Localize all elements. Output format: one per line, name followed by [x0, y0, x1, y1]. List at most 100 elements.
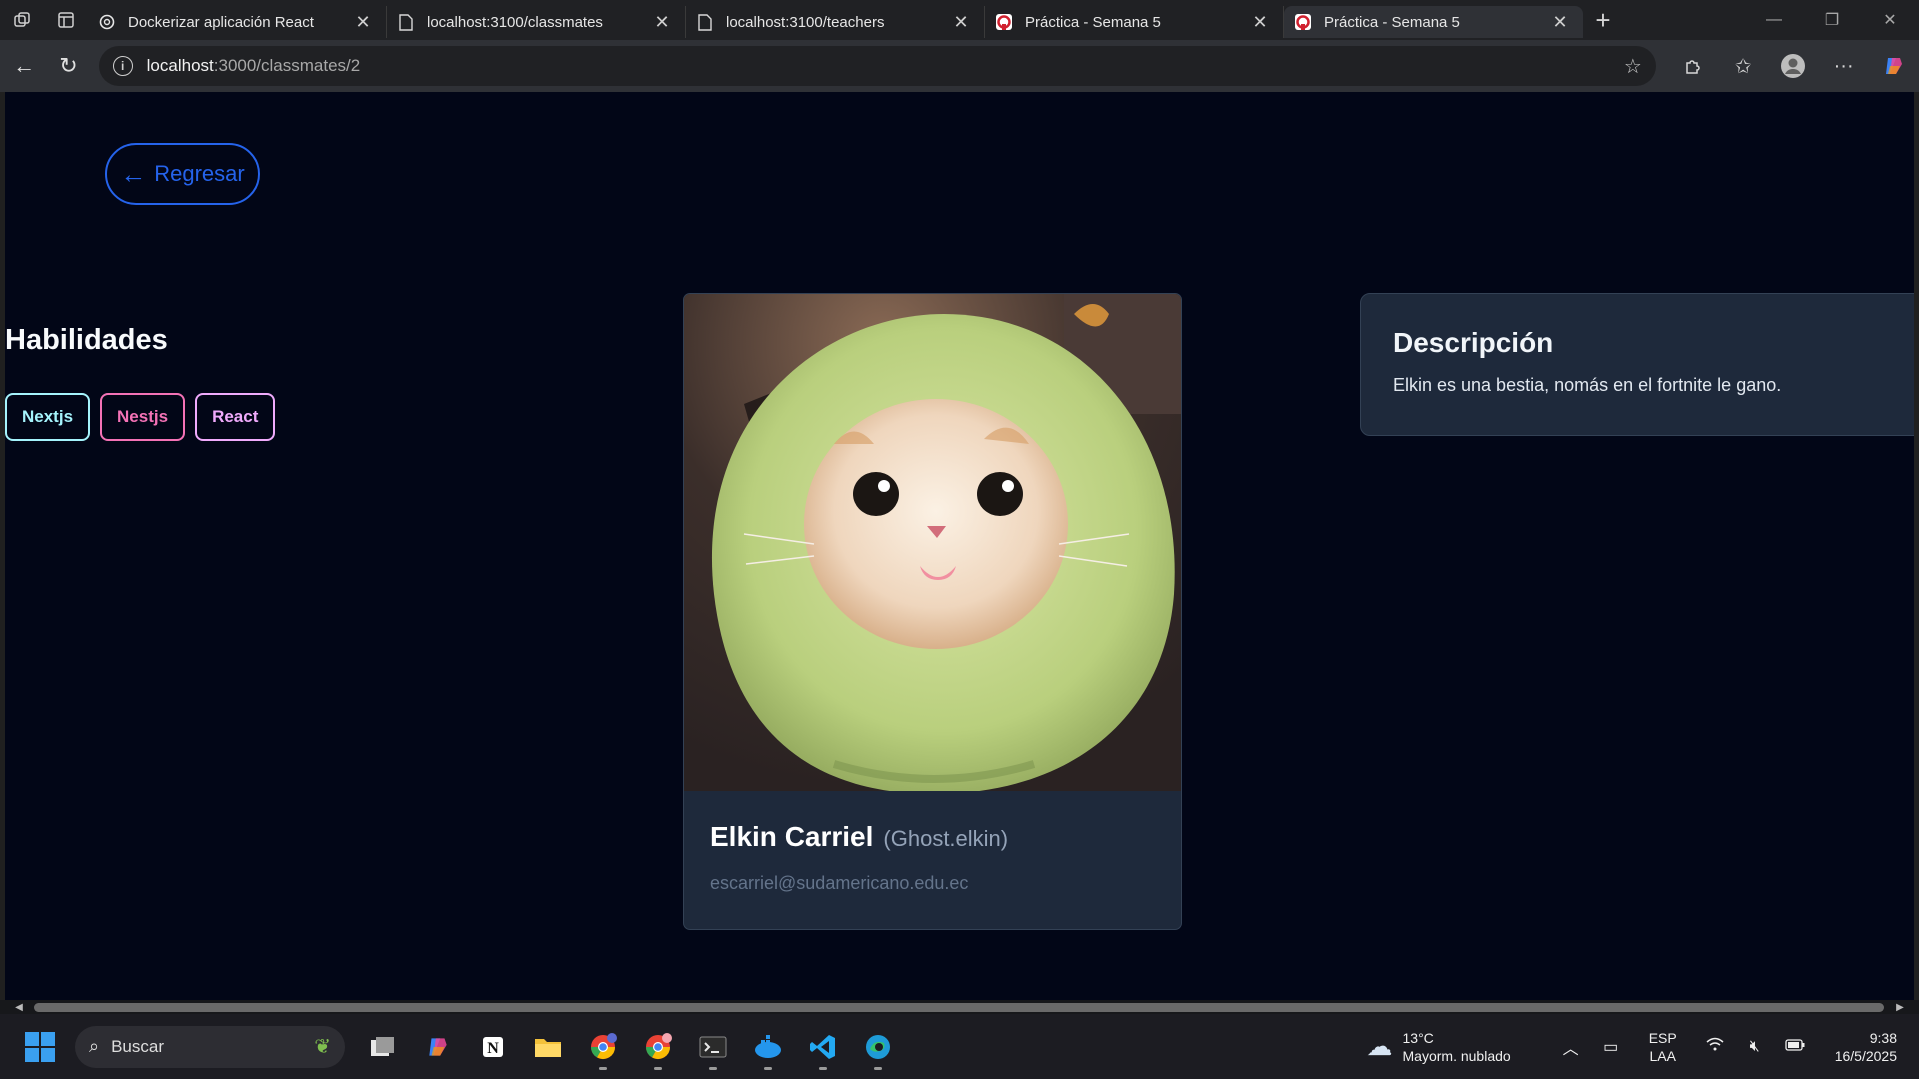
- address-bar[interactable]: i localhost:3000/classmates/2 ☆: [98, 46, 1656, 86]
- browser-tab-bar: Dockerizar aplicación React ✕ localhost:…: [0, 0, 1919, 40]
- more-menu-icon[interactable]: ···: [1819, 44, 1869, 88]
- scroll-right-icon[interactable]: ▶: [1891, 1000, 1909, 1014]
- restore-icon[interactable]: ❐: [1803, 0, 1861, 40]
- volume-muted-icon[interactable]: 🔇︎: [1735, 1038, 1775, 1056]
- file-explorer-icon[interactable]: [520, 1019, 575, 1074]
- running-indicator: [598, 1067, 607, 1070]
- close-tab-icon[interactable]: ✕: [354, 12, 372, 33]
- search-icon: ⌕: [89, 1036, 100, 1056]
- workspaces-icon[interactable]: [0, 0, 44, 40]
- url-host: localhost: [146, 56, 214, 75]
- minimize-icon[interactable]: —: [1745, 0, 1803, 40]
- tab-title: Práctica - Semana 5: [1324, 13, 1460, 31]
- back-button[interactable]: ← Regresar: [105, 143, 260, 205]
- profile-card-body: Elkin Carriel (Ghost.elkin) escarriel@su…: [684, 791, 1181, 924]
- running-indicator: [653, 1067, 662, 1070]
- tab-title: localhost:3100/teachers: [726, 13, 885, 31]
- profile-photo: [684, 294, 1181, 791]
- docker-icon[interactable]: [740, 1019, 795, 1074]
- chrome-profile-p-icon[interactable]: [575, 1019, 630, 1074]
- language-indicator[interactable]: ESP LAA: [1649, 1029, 1677, 1065]
- skills-heading: Habilidades: [5, 324, 168, 356]
- window-controls: — ❐ ✕: [1745, 0, 1919, 40]
- close-tab-icon[interactable]: ✕: [653, 12, 671, 33]
- weather-text: 13°C Mayorm. nublado: [1403, 1029, 1511, 1065]
- chevron-up-icon[interactable]: ︿: [1551, 1035, 1591, 1059]
- taskbar: ⌕ Buscar ❦ N ☁ 13°C Mayorm. nublado ︿ ▭ …: [0, 1014, 1919, 1079]
- skills-list: Nextjs Nestjs React: [5, 393, 276, 441]
- description-title: Descripción: [1393, 327, 1554, 358]
- close-window-icon[interactable]: ✕: [1861, 0, 1919, 40]
- url-path: :3000/classmates/2: [213, 56, 361, 75]
- close-tab-icon[interactable]: ✕: [1551, 12, 1569, 33]
- browser-tab-active[interactable]: Práctica - Semana 5 ✕: [1284, 6, 1583, 38]
- skill-chip: Nestjs: [100, 393, 186, 441]
- favorites-icon[interactable]: ✩: [1718, 44, 1768, 88]
- back-arrow-icon[interactable]: ←: [2, 44, 46, 88]
- notion-icon[interactable]: N: [465, 1019, 520, 1074]
- tab-title: Práctica - Semana 5: [1025, 13, 1161, 31]
- site-info-icon[interactable]: i: [112, 56, 133, 76]
- profile-name: Elkin Carriel: [710, 821, 874, 852]
- language-code: ESP: [1648, 1029, 1677, 1046]
- profile-nickname: (Ghost.elkin): [883, 826, 1009, 851]
- page-icon: [397, 13, 415, 31]
- new-tab-button[interactable]: +: [1583, 0, 1623, 40]
- arrow-left-icon: ←: [120, 159, 147, 189]
- running-indicator: [873, 1067, 882, 1070]
- page-icon: [696, 13, 714, 31]
- edge-icon[interactable]: [850, 1019, 905, 1074]
- page-viewport: ← Regresar Habilidades Nextjs Nestjs Rea…: [5, 92, 1914, 1000]
- app-red-icon: [1294, 13, 1312, 31]
- close-tab-icon[interactable]: ✕: [1251, 12, 1269, 33]
- vertical-tabs-icon[interactable]: [44, 0, 88, 40]
- windows-start-icon[interactable]: [20, 1027, 60, 1067]
- copilot-app-icon[interactable]: [410, 1019, 465, 1074]
- terminal-icon[interactable]: [685, 1019, 740, 1074]
- running-indicator: [763, 1067, 772, 1070]
- description-text: Elkin es una bestia, nomás en el fortnit…: [1393, 375, 1782, 395]
- profile-card: Elkin Carriel (Ghost.elkin) escarriel@su…: [683, 293, 1182, 930]
- tab-title: localhost:3100/classmates: [427, 13, 603, 31]
- browser-tab[interactable]: localhost:3100/teachers ✕: [686, 6, 985, 38]
- cloud-icon: ☁: [1366, 1031, 1393, 1061]
- screen: Dockerizar aplicación React ✕ localhost:…: [0, 0, 1919, 1079]
- scroll-left-icon[interactable]: ◀: [10, 1000, 28, 1014]
- running-indicator: [818, 1067, 827, 1070]
- tablet-mode-icon[interactable]: ▭: [1591, 1037, 1631, 1057]
- browser-tab[interactable]: Dockerizar aplicación React ✕: [88, 6, 387, 38]
- search-highlight-icon: ❦: [314, 1036, 331, 1058]
- chrome-profile-icon[interactable]: [630, 1019, 685, 1074]
- profile-email: escarriel@sudamericano.edu.ec: [710, 873, 969, 893]
- profile-avatar-icon[interactable]: [1768, 44, 1818, 88]
- description-card: Descripción Elkin es una bestia, nomás e…: [1360, 293, 1914, 436]
- clock[interactable]: 9:38 16/5/2025: [1835, 1029, 1897, 1065]
- back-button-label: Regresar: [154, 161, 245, 186]
- taskbar-search[interactable]: ⌕ Buscar ❦: [75, 1025, 345, 1068]
- battery-icon[interactable]: [1775, 1038, 1815, 1056]
- app-red-icon: [995, 13, 1013, 31]
- scrollbar-thumb[interactable]: [34, 1003, 1884, 1012]
- browser-tab[interactable]: Práctica - Semana 5 ✕: [985, 6, 1284, 38]
- profile-name-row: Elkin Carriel (Ghost.elkin): [710, 821, 1155, 853]
- clock-date: 16/5/2025: [1834, 1047, 1897, 1064]
- running-indicator: [708, 1067, 717, 1070]
- skill-chip: Nextjs: [5, 393, 91, 441]
- close-tab-icon[interactable]: ✕: [952, 12, 970, 33]
- tab-title: Dockerizar aplicación React: [128, 13, 314, 31]
- vscode-icon[interactable]: [795, 1019, 850, 1074]
- weather-desc: Mayorm. nublado: [1402, 1047, 1511, 1064]
- copilot-icon[interactable]: [1869, 44, 1919, 88]
- taskbar-apps: N: [355, 1019, 905, 1074]
- weather-temp: 13°C: [1402, 1029, 1434, 1046]
- weather-widget[interactable]: ☁ 13°C Mayorm. nublado: [1367, 1029, 1511, 1065]
- task-view-icon[interactable]: [355, 1019, 410, 1074]
- wifi-icon[interactable]: [1695, 1037, 1735, 1056]
- horizontal-scrollbar[interactable]: ◀ ▶: [0, 1000, 1919, 1014]
- extensions-icon[interactable]: [1668, 44, 1718, 88]
- svg-text:N: N: [487, 1040, 499, 1057]
- skill-chip: React: [195, 393, 276, 441]
- browser-tab[interactable]: localhost:3100/classmates ✕: [387, 6, 686, 38]
- favorite-star-icon[interactable]: ☆: [1624, 54, 1642, 79]
- reload-icon[interactable]: ↻: [46, 44, 90, 88]
